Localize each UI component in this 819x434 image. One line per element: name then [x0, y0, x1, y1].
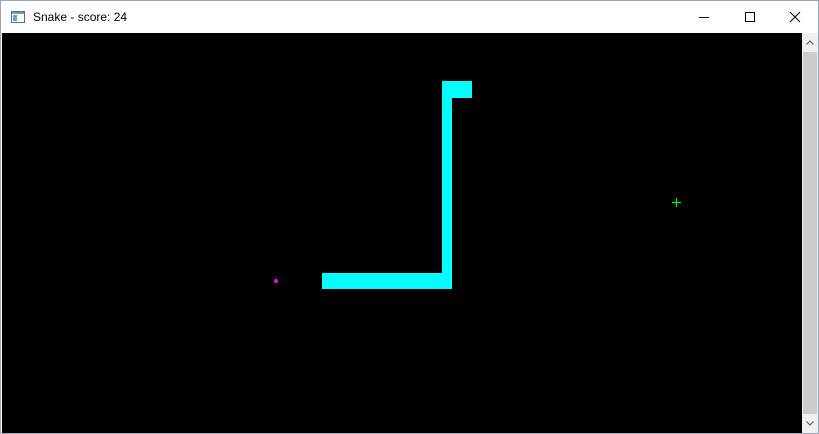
close-icon [789, 11, 801, 23]
maximize-button[interactable] [727, 1, 773, 32]
scroll-down-button[interactable] [802, 416, 818, 432]
window-title: Snake - score: 24 [33, 10, 128, 24]
snake-body-vertical [442, 81, 452, 289]
bonus-plus-icon [672, 198, 681, 207]
title-bar[interactable]: Snake - score: 24 [1, 1, 818, 32]
maximize-icon [745, 12, 755, 22]
vertical-scrollbar[interactable] [802, 33, 818, 433]
snake-head [442, 81, 472, 98]
scroll-up-button[interactable] [802, 35, 818, 51]
chevron-down-icon [806, 421, 814, 426]
food-pellet [274, 279, 278, 283]
app-window-icon[interactable] [11, 10, 25, 23]
close-button[interactable] [772, 1, 818, 32]
snake-window: Snake - score: 24 [0, 0, 819, 434]
scroll-thumb[interactable] [803, 52, 817, 414]
game-canvas[interactable] [2, 33, 802, 433]
minimize-button[interactable] [681, 1, 727, 32]
snake-body-horizontal [322, 273, 452, 289]
minimize-icon [699, 17, 709, 18]
chevron-up-icon [806, 40, 814, 45]
